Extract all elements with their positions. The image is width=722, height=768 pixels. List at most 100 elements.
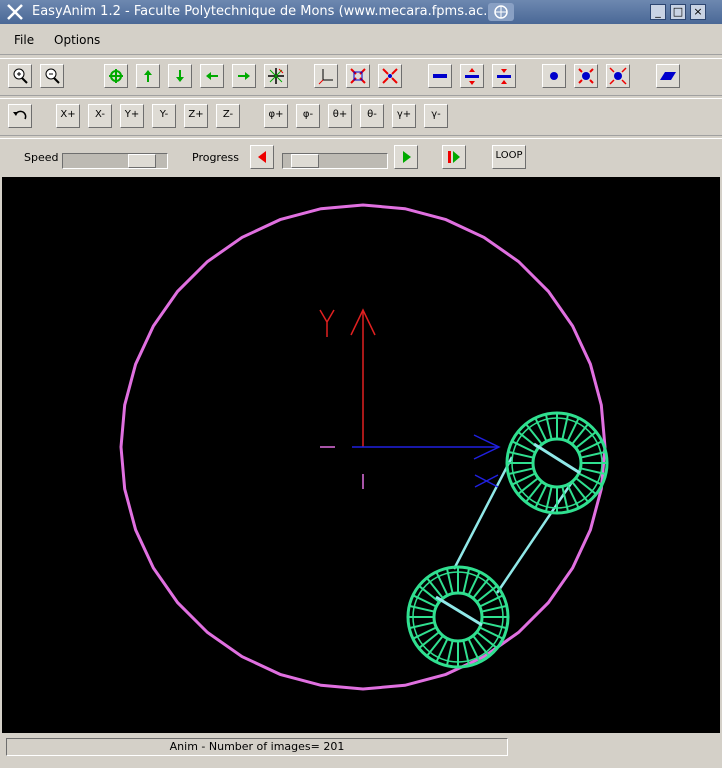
arrow-right-icon — [238, 72, 250, 80]
z-plus-button[interactable]: Z+ — [184, 104, 208, 128]
rotation-toolbar: X+ X- Y+ Y- Z+ Z- φ+ φ- θ+ θ- γ+ γ- — [0, 98, 722, 136]
theta-minus-label: θ- — [367, 109, 377, 120]
parallelogram-icon — [660, 72, 676, 80]
point-expand-button[interactable] — [574, 64, 598, 88]
wheel-lower — [406, 565, 510, 669]
zoom-out-icon — [45, 68, 60, 84]
coordinate-axes — [319, 308, 501, 489]
x-minus-label: X- — [95, 109, 105, 120]
axes-cross-icon — [268, 68, 284, 84]
triangle-left-icon — [258, 151, 266, 163]
gamma-minus-label: γ- — [431, 109, 441, 120]
phi-plus-label: φ+ — [268, 109, 284, 120]
arrow-left-icon — [206, 72, 218, 80]
z-plus-label: Z+ — [188, 109, 204, 120]
progress-slider[interactable] — [282, 153, 388, 169]
line-expand-button[interactable] — [460, 64, 484, 88]
view-toolbar — [0, 58, 722, 96]
z-minus-label: Z- — [222, 109, 234, 120]
triangle-right-icon — [403, 151, 411, 163]
x-plus-button[interactable]: X+ — [56, 104, 80, 128]
animation-scene — [119, 203, 609, 691]
play-backward-button[interactable] — [250, 145, 274, 169]
gamma-plus-label: γ+ — [396, 109, 412, 120]
loop-button[interactable]: LOOP — [492, 145, 526, 169]
line-thin-button[interactable] — [428, 64, 452, 88]
y-plus-button[interactable]: Y+ — [120, 104, 144, 128]
theta-minus-button[interactable]: θ- — [360, 104, 384, 128]
undo-icon — [13, 110, 27, 120]
phi-plus-button[interactable]: φ+ — [264, 104, 288, 128]
z-minus-button[interactable]: Z- — [216, 104, 240, 128]
x-axis-letter — [474, 474, 499, 488]
speed-slider-thumb[interactable] — [128, 154, 156, 168]
play-pause-button[interactable] — [442, 145, 466, 169]
speed-slider[interactable] — [62, 153, 168, 169]
y-minus-label: Y- — [159, 109, 169, 120]
zoom-out-button[interactable] — [40, 64, 64, 88]
point-expand-icon — [578, 68, 594, 84]
gamma-plus-button[interactable]: γ+ — [392, 104, 416, 128]
wheel-upper — [505, 411, 609, 515]
status-message: Anim - Number of images= 201 — [6, 738, 508, 756]
window-title: EasyAnim 1.2 - Faculte Polytechnique de … — [32, 4, 509, 19]
globe-icon[interactable] — [488, 3, 514, 21]
y-minus-button[interactable]: Y- — [152, 104, 176, 128]
line-shrink-button[interactable] — [492, 64, 516, 88]
move-down-button[interactable] — [168, 64, 192, 88]
x-minus-button[interactable]: X- — [88, 104, 112, 128]
zoom-in-icon — [13, 68, 28, 84]
show-frame-button[interactable] — [314, 64, 338, 88]
move-left-button[interactable] — [200, 64, 224, 88]
animation-controls: Speed Progress LOOP — [0, 138, 722, 177]
move-right-button[interactable] — [232, 64, 256, 88]
loop-label: LOOP — [495, 150, 523, 161]
point-shrink-icon — [609, 67, 627, 85]
close-button[interactable]: × — [690, 4, 706, 20]
y-plus-label: Y+ — [124, 109, 140, 120]
frame-axes-icon — [318, 69, 333, 85]
center-button[interactable] — [104, 64, 128, 88]
shrink-button[interactable] — [378, 64, 402, 88]
point-button[interactable] — [542, 64, 566, 88]
zoom-in-button[interactable] — [8, 64, 32, 88]
minimize-button[interactable]: _ — [650, 4, 666, 20]
target-icon — [109, 69, 123, 83]
theta-plus-label: θ+ — [332, 109, 348, 120]
status-bar: Anim - Number of images= 201 — [0, 735, 722, 768]
link-bar-left — [452, 456, 514, 570]
speed-label: Speed — [24, 151, 59, 164]
shrink-icon — [382, 68, 398, 84]
y-axis-letter — [319, 309, 335, 337]
menu-file[interactable]: File — [14, 33, 34, 47]
link-spoke-upper — [533, 442, 581, 475]
expand-button[interactable] — [346, 64, 370, 88]
theta-plus-button[interactable]: θ+ — [328, 104, 352, 128]
phi-minus-button[interactable]: φ- — [296, 104, 320, 128]
progress-slider-thumb[interactable] — [291, 154, 319, 168]
expand-icon — [350, 68, 366, 84]
line-icon — [433, 74, 447, 78]
line-expand-icon — [465, 68, 479, 85]
reset-view-button[interactable] — [8, 104, 32, 128]
x-window-logo-icon[interactable] — [6, 3, 24, 21]
gamma-minus-button[interactable]: γ- — [424, 104, 448, 128]
perspective-button[interactable] — [656, 64, 680, 88]
phi-minus-label: φ- — [302, 109, 314, 120]
maximize-button[interactable]: □ — [670, 4, 686, 20]
point-shrink-button[interactable] — [606, 64, 630, 88]
animation-canvas[interactable] — [2, 177, 720, 733]
axes-xyz-button[interactable] — [264, 64, 288, 88]
title-bar: EasyAnim 1.2 - Faculte Polytechnique de … — [0, 0, 722, 24]
arrow-down-icon — [176, 70, 184, 82]
menu-options[interactable]: Options — [54, 33, 100, 47]
arrow-up-icon — [144, 70, 152, 82]
line-shrink-icon — [497, 69, 511, 84]
play-forward-button[interactable] — [394, 145, 418, 169]
progress-label: Progress — [192, 151, 239, 164]
move-up-button[interactable] — [136, 64, 160, 88]
point-icon — [550, 72, 558, 80]
play-pause-icon — [448, 151, 460, 163]
menu-bar: File Options — [0, 26, 722, 55]
x-plus-label: X+ — [60, 109, 76, 120]
